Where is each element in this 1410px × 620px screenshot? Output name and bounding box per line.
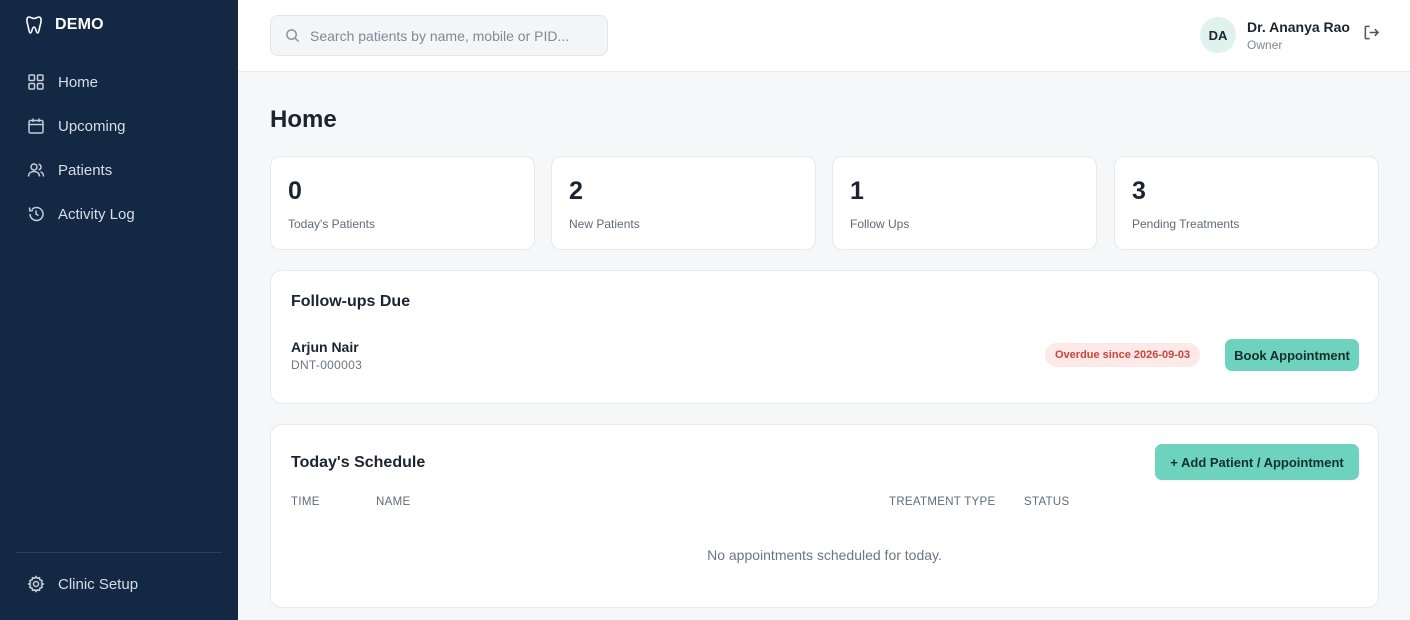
sidebar-item-label: Upcoming — [58, 117, 126, 135]
followup-patient-pid: DNT-000003 — [291, 358, 363, 372]
sidebar-item-label: Clinic Setup — [58, 575, 139, 593]
sidebar-item-home[interactable]: Home — [0, 60, 238, 104]
gear-icon — [27, 575, 45, 593]
column-header-status[interactable]: STATUS — [1024, 496, 1069, 508]
sidebar-item-upcoming[interactable]: Upcoming — [0, 104, 238, 148]
sidebar: DEMO Home Upcoming Patients Activity Log — [0, 0, 238, 620]
sidebar-item-patients[interactable]: Patients — [0, 148, 238, 192]
add-patient-appointment-button[interactable]: + Add Patient / Appointment — [1155, 444, 1359, 480]
sidebar-item-activity-log[interactable]: Activity Log — [0, 192, 238, 236]
brand[interactable]: DEMO — [25, 15, 104, 35]
grid-icon — [27, 73, 45, 91]
avatar[interactable]: DA — [1200, 17, 1237, 53]
brand-name: DEMO — [55, 16, 104, 33]
sidebar-footer: Clinic Setup — [0, 562, 238, 606]
stat-label: New Patients — [569, 217, 640, 231]
status-badge: Overdue since 2026-09-03 — [1045, 343, 1201, 367]
stat-label: Follow Ups — [850, 217, 910, 231]
stat-card-new-patients[interactable]: 2 New Patients — [551, 156, 816, 250]
sidebar-item-label: Activity Log — [58, 205, 135, 223]
logout-icon — [1364, 25, 1380, 40]
logout-button[interactable] — [1363, 24, 1380, 46]
stat-value: 3 — [1132, 177, 1146, 205]
sidebar-item-clinic-setup[interactable]: Clinic Setup — [0, 562, 238, 606]
calendar-icon — [27, 117, 45, 135]
followups-title: Follow-ups Due — [291, 293, 411, 310]
stat-label: Pending Treatments — [1132, 217, 1240, 231]
book-appointment-button[interactable]: Book Appointment — [1225, 339, 1359, 371]
sidebar-nav: Home Upcoming Patients Activity Log — [0, 60, 238, 236]
users-icon — [27, 161, 45, 179]
page-title: Home — [270, 106, 337, 133]
column-header-treatment-type[interactable]: TREATMENT TYPE — [889, 496, 995, 508]
sidebar-divider — [16, 552, 222, 553]
schedule-card: Today's Schedule + Add Patient / Appoint… — [270, 424, 1379, 608]
empty-state-message: No appointments scheduled for today. — [707, 547, 942, 563]
search-icon — [286, 29, 300, 43]
stat-value: 0 — [288, 177, 302, 205]
user-info: Dr. Ananya Rao Owner — [1247, 19, 1350, 52]
stat-card-pending-treatments[interactable]: 3 Pending Treatments — [1114, 156, 1379, 250]
topbar: DA Dr. Ananya Rao Owner — [238, 0, 1410, 72]
user-role: Owner — [1247, 37, 1283, 52]
search-box[interactable] — [270, 15, 608, 56]
column-header-name[interactable]: NAME — [376, 496, 410, 508]
column-header-time[interactable]: TIME — [291, 496, 320, 508]
stat-card-follow-ups[interactable]: 1 Follow Ups — [832, 156, 1097, 250]
followups-card: Follow-ups Due Arjun Nair DNT-000003 Ove… — [270, 270, 1379, 404]
search-input[interactable] — [310, 27, 600, 44]
stat-value: 1 — [850, 177, 864, 205]
sidebar-item-label: Home — [58, 73, 99, 91]
sidebar-item-label: Patients — [58, 161, 113, 179]
user-menu[interactable]: DA Dr. Ananya Rao Owner — [1200, 17, 1380, 53]
followup-patient-name[interactable]: Arjun Nair — [291, 339, 359, 355]
schedule-title: Today's Schedule — [291, 454, 426, 471]
tooth-icon — [26, 16, 42, 34]
history-icon — [27, 205, 45, 223]
stat-card-todays-patients[interactable]: 0 Today's Patients — [270, 156, 535, 250]
stat-label: Today's Patients — [288, 217, 376, 231]
user-name: Dr. Ananya Rao — [1247, 18, 1350, 35]
stat-value: 2 — [569, 177, 583, 205]
